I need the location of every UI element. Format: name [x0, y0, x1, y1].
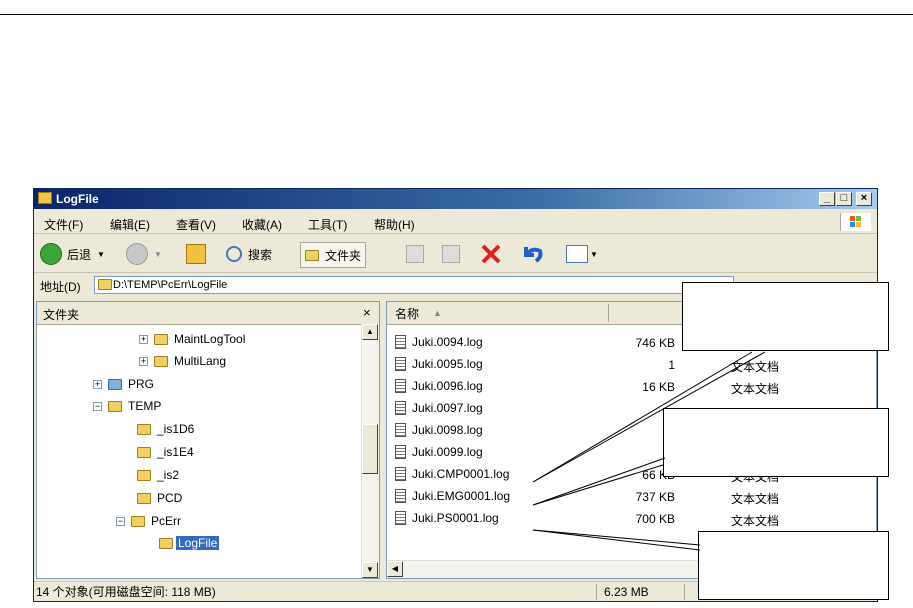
callout-pointer-lines [532, 351, 766, 551]
